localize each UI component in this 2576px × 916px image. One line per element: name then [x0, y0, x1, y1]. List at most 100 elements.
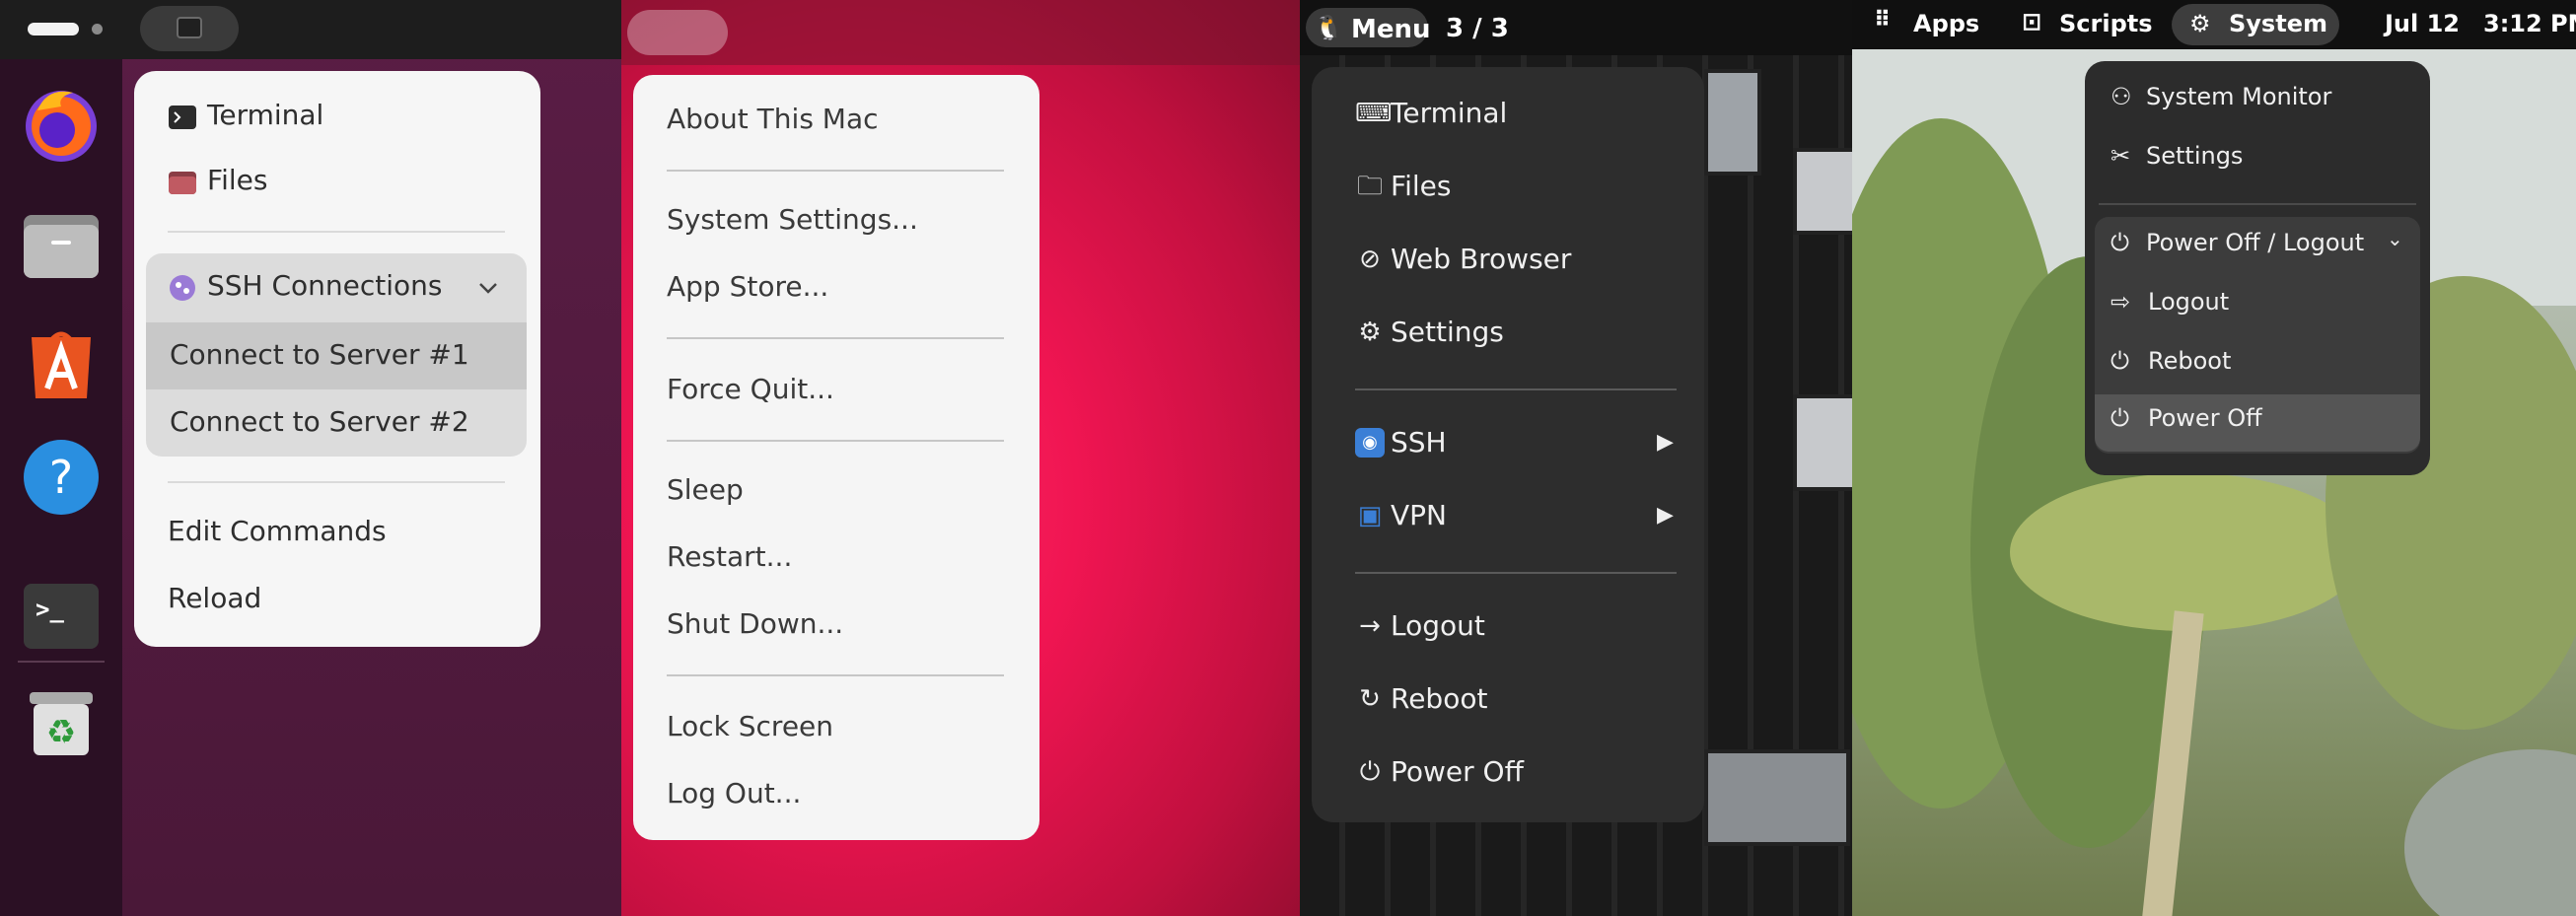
menu-item-sleep[interactable]: Sleep	[667, 473, 744, 506]
menu-item-web-browser[interactable]: Web Browser	[1391, 243, 1571, 275]
chevron-down-icon[interactable]	[477, 281, 499, 295]
terminal-icon: ⌨	[1355, 99, 1393, 128]
terminal-icon[interactable]: >_	[18, 572, 105, 659]
menu-item-settings[interactable]: Settings	[2146, 142, 2243, 170]
system-monitor-icon: ⚇	[2111, 83, 2132, 110]
menu-item-edit-commands[interactable]: Edit Commands	[168, 515, 387, 547]
menu-item-system-settings[interactable]: System Settings...	[667, 203, 918, 236]
power-icon: ⏻	[2111, 404, 2129, 432]
help-glyph: ?	[49, 451, 73, 504]
menu-separator	[667, 440, 1004, 442]
workspace-indicator-active[interactable]	[28, 23, 79, 35]
top-bar: ⠿ Apps ⊡ Scripts ⚙ System Jul 12 3:12 PM	[1852, 0, 2576, 49]
workspace-indicator[interactable]	[92, 24, 103, 35]
ssh-icon: ◉	[1355, 428, 1385, 458]
commands-button[interactable]	[140, 6, 239, 51]
grid-icon: ⠿	[1874, 8, 1892, 33]
menu-separator	[1355, 388, 1677, 390]
chevron-down-icon[interactable]: ⌄	[2387, 227, 2403, 250]
menu-item-terminal[interactable]: Terminal	[207, 99, 323, 131]
penguin-icon: 🐧	[1314, 14, 1343, 41]
apple-menu-button[interactable]	[627, 10, 728, 55]
trash-icon[interactable]: ♻	[18, 678, 105, 765]
menu-item-files[interactable]: Files	[1391, 170, 1451, 202]
logout-icon: ⇨	[2111, 288, 2131, 316]
commands-menu: Terminal Files SSH Connections Connect t…	[134, 71, 540, 647]
menu-item-log-out[interactable]: Log Out...	[667, 777, 801, 810]
building-window	[1793, 394, 1852, 491]
top-bar	[0, 0, 621, 59]
power-submenu: ⏻ Power Off / Logout ⌄ ⇨ Logout ⏻ Reboot…	[2095, 217, 2420, 454]
landscape-desktop: ⠿ Apps ⊡ Scripts ⚙ System Jul 12 3:12 PM…	[1852, 0, 2576, 916]
dock: ? >_ ♻	[0, 59, 122, 916]
menu-item-server-1[interactable]: Connect to Server #1	[170, 338, 469, 371]
building-window	[1704, 749, 1850, 846]
scripts-button[interactable]: Scripts	[2059, 10, 2153, 37]
reload-icon: ↻	[1359, 684, 1381, 714]
menu-separator	[168, 231, 505, 233]
menu-item-shut-down[interactable]: Shut Down...	[667, 607, 843, 640]
dark-desktop: 🐧 Menu 3 / 3 ⌨ Terminal 🗀 Files ⊘ Web Br…	[1300, 0, 1852, 916]
menu-item-about[interactable]: About This Mac	[667, 103, 879, 135]
ubuntu-desktop: ? >_ ♻ Terminal Files SSH Connections Co…	[0, 0, 621, 916]
menu-item-terminal[interactable]: Terminal	[1391, 97, 1507, 129]
power-submenu-header[interactable]: Power Off / Logout	[2146, 229, 2364, 256]
folder-icon	[169, 172, 196, 194]
help-icon[interactable]: ?	[18, 434, 105, 521]
dock-separator	[18, 661, 105, 663]
gear-icon: ⚙	[1358, 317, 1382, 347]
menu-separator	[667, 337, 1004, 339]
workspace-indicator[interactable]: 3 / 3	[1446, 14, 1509, 43]
menu-item-vpn[interactable]: VPN	[1391, 499, 1447, 531]
files-icon[interactable]	[18, 201, 105, 288]
menu-separator	[1355, 572, 1677, 574]
building-window	[1704, 69, 1761, 176]
tree	[2010, 473, 2365, 631]
menu-item-lock-screen[interactable]: Lock Screen	[667, 710, 833, 742]
menu-item-logout[interactable]: Logout	[1391, 609, 1485, 642]
svg-text:♻: ♻	[46, 713, 76, 752]
vpn-icon: ▣	[1357, 501, 1383, 530]
chevron-right-icon: ▶	[1657, 503, 1674, 528]
menu-item-ssh[interactable]: SSH	[1391, 426, 1447, 458]
chevron-right-icon: ▶	[1657, 430, 1674, 455]
top-bar: 🐧 Menu 3 / 3	[1300, 0, 1852, 55]
app-center-icon[interactable]	[18, 317, 105, 404]
menu-separator	[667, 674, 1004, 676]
reboot-icon: ⏻	[2111, 347, 2129, 375]
menu-item-reboot[interactable]: Reboot	[1391, 682, 1487, 715]
firefox-icon[interactable]	[18, 81, 105, 168]
arrow-right-icon: →	[1359, 611, 1381, 641]
macos-desktop: About This Mac System Settings... App St…	[621, 0, 1300, 916]
power-icon: ⏻	[1359, 757, 1381, 787]
compass-icon: ⊘	[1359, 245, 1381, 274]
menu-bar	[621, 0, 1300, 65]
apple-menu: About This Mac System Settings... App St…	[633, 75, 1039, 840]
menu-item-settings[interactable]: Settings	[1391, 316, 1504, 348]
ssh-icon	[170, 275, 195, 301]
app-menu: ⌨ Terminal 🗀 Files ⊘ Web Browser ⚙ Setti…	[1312, 67, 1704, 822]
menu-item-power-off[interactable]: Power Off	[1391, 755, 1524, 788]
menu-item-system-monitor[interactable]: System Monitor	[2146, 83, 2331, 110]
clock[interactable]: 3:12 PM	[2483, 10, 2576, 37]
menu-item-app-store[interactable]: App Store...	[667, 270, 828, 303]
folder-icon: 🗀	[1356, 172, 1383, 201]
menu-item-reload[interactable]: Reload	[168, 582, 261, 614]
ssh-connections-header[interactable]: SSH Connections	[207, 269, 443, 302]
menu-separator	[667, 170, 1004, 172]
menu-button[interactable]: 🐧 Menu	[1306, 8, 1431, 47]
menu-item-force-quit[interactable]: Force Quit...	[667, 373, 834, 405]
apps-button[interactable]: Apps	[1913, 10, 1979, 37]
menu-item-logout[interactable]: Logout	[2148, 288, 2229, 316]
menu-item-reboot[interactable]: Reboot	[2148, 347, 2231, 375]
system-label: System	[2229, 10, 2327, 37]
terminal-glyph: >_	[36, 596, 64, 623]
menu-item-server-2[interactable]: Connect to Server #2	[170, 405, 469, 438]
menu-item-restart[interactable]: Restart...	[667, 540, 792, 573]
menu-item-power-off[interactable]: Power Off	[2148, 404, 2262, 432]
system-button[interactable]: ⚙ System	[2172, 4, 2339, 45]
menu-item-files[interactable]: Files	[207, 164, 267, 196]
tools-icon: ✂	[2111, 142, 2131, 170]
stone-bridge	[2404, 749, 2576, 916]
date: Jul 12	[2385, 10, 2460, 37]
